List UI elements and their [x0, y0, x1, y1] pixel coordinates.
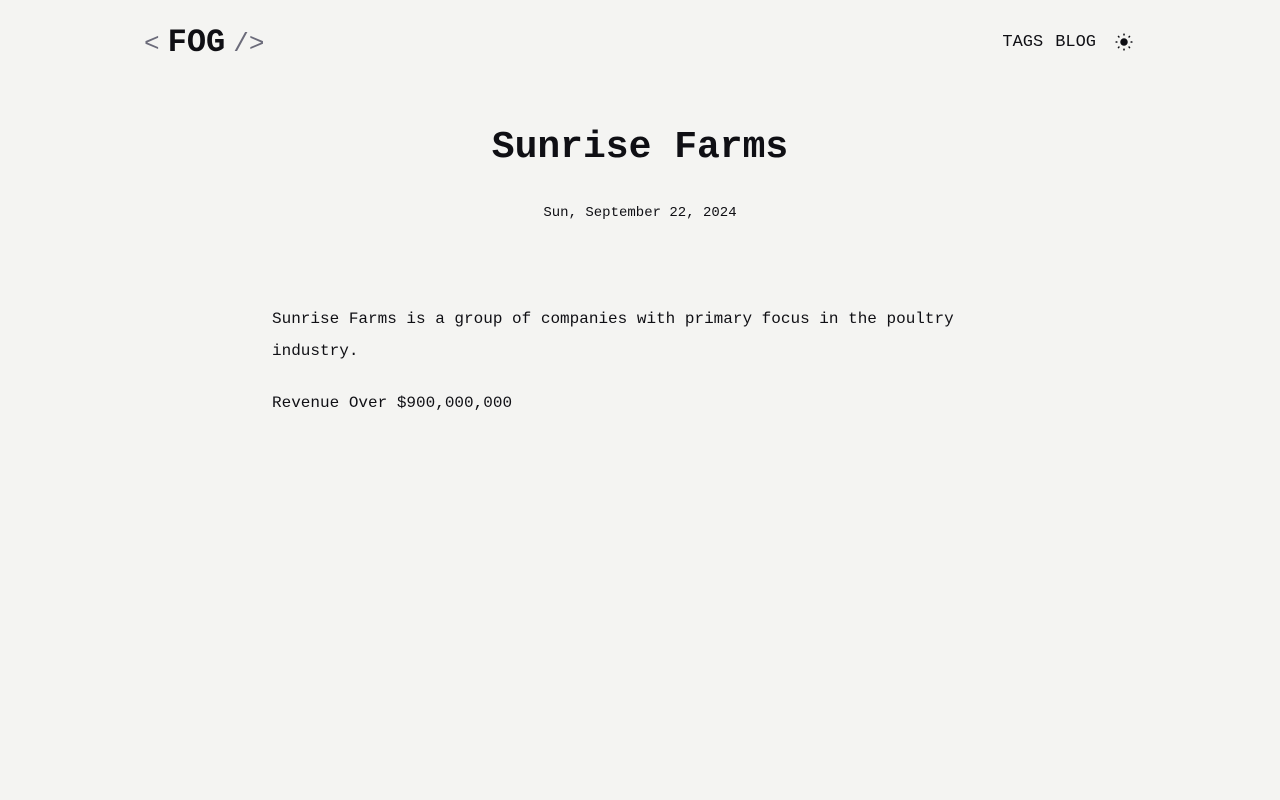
post-body: Sunrise Farms is a group of companies wi…: [272, 303, 1008, 439]
site-header: < FOG /> TAGS BLOG: [144, 0, 1136, 84]
logo-open-bracket: <: [144, 28, 160, 59]
post-paragraph: Sunrise Farms is a group of companies wi…: [272, 310, 954, 360]
main-nav: TAGS BLOG: [990, 30, 1136, 54]
logo-name: FOG: [167, 23, 226, 61]
site-logo[interactable]: < FOG />: [144, 24, 264, 61]
logo-close-bracket: />: [233, 28, 265, 59]
post-title: Sunrise Farms: [491, 126, 789, 169]
nav-tags-link[interactable]: TAGS: [1002, 33, 1043, 52]
nav-blog-link[interactable]: BLOG: [1055, 33, 1096, 52]
sun-icon: [1115, 33, 1133, 51]
post-date: Sun, September 22, 2024: [543, 205, 737, 221]
post-paragraph: Revenue Over $900,000,000: [272, 394, 513, 412]
theme-toggle-button[interactable]: [1112, 30, 1136, 54]
